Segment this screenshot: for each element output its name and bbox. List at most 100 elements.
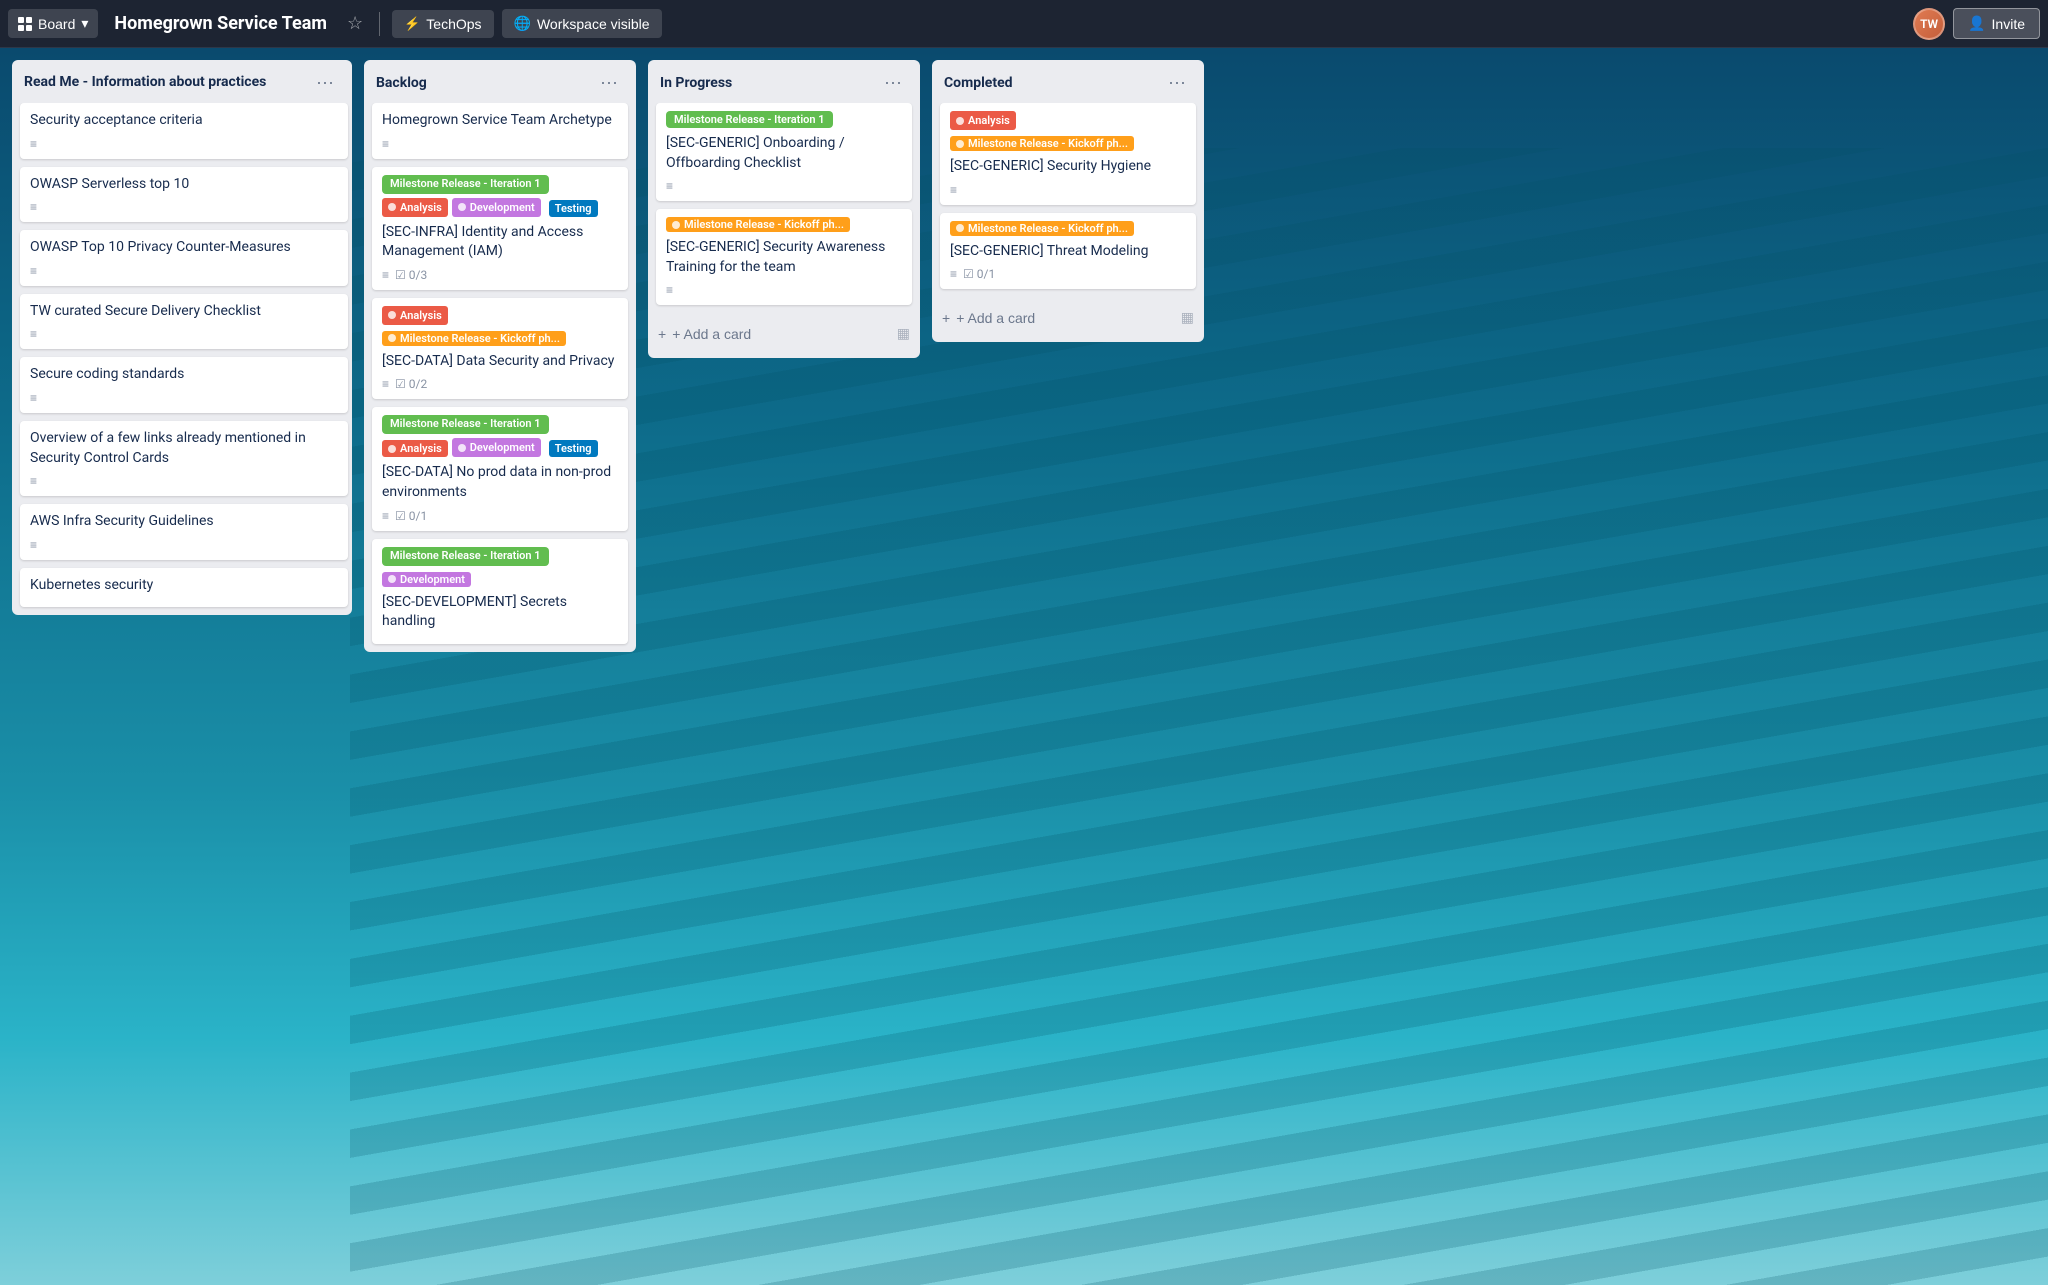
card-security-acceptance[interactable]: Security acceptance criteria ≡	[20, 103, 348, 159]
label-milestone-iteration1: Milestone Release - Iteration 1	[382, 547, 549, 566]
techops-button[interactable]: ⚡ TechOps	[392, 10, 493, 38]
description-icon: ≡	[30, 391, 37, 405]
star-button[interactable]: ☆	[343, 9, 367, 38]
add-card-button-inprogress[interactable]: + + Add a card ▦	[648, 317, 920, 350]
card-title: Homegrown Service Team Archetype	[382, 111, 618, 131]
card-title: [SEC-GENERIC] Security Awareness Trainin…	[666, 238, 902, 277]
label-analysis: Analysis	[382, 306, 448, 325]
add-card-button-completed[interactable]: + + Add a card ▦	[932, 301, 1204, 334]
star-icon: ☆	[347, 13, 363, 33]
card-security-hygiene[interactable]: Analysis Milestone Release - Kickoff ph.…	[940, 103, 1196, 205]
description-icon: ≡	[382, 509, 389, 523]
label-milestone-kickoff: Milestone Release - Kickoff ph...	[666, 217, 850, 232]
card-meta: ≡	[30, 538, 338, 552]
label-testing: Testing	[549, 200, 598, 217]
label-milestone-iteration1: Milestone Release - Iteration 1	[666, 111, 833, 128]
header-right-section: TW 👤 Invite	[1913, 8, 2040, 40]
card-meta: ≡ ☑ 0/2	[382, 377, 618, 391]
card-title: OWASP Serverless top 10	[30, 175, 338, 195]
add-card-label: + Add a card	[956, 310, 1035, 326]
card-title: Security acceptance criteria	[30, 111, 338, 131]
chevron-down-icon: ▾	[81, 15, 88, 32]
card-kubernetes[interactable]: Kubernetes security	[20, 568, 348, 608]
description-icon: ≡	[950, 267, 957, 281]
column-header-readme: Read Me - Information about practices ··…	[12, 60, 352, 103]
label-analysis: Analysis	[382, 198, 448, 217]
card-labels: Milestone Release - Kickoff ph...	[950, 221, 1186, 236]
column-header-completed: Completed ···	[932, 60, 1204, 103]
column-body-completed: Analysis Milestone Release - Kickoff ph.…	[932, 103, 1204, 297]
card-title: [SEC-GENERIC] Onboarding / Offboarding C…	[666, 134, 902, 173]
description-icon: ≡	[382, 137, 389, 151]
card-secrets[interactable]: Milestone Release - Iteration 1 Developm…	[372, 539, 628, 644]
card-owasp-privacy[interactable]: OWASP Top 10 Privacy Counter-Measures ≡	[20, 230, 348, 286]
column-menu-button-backlog[interactable]: ···	[594, 70, 624, 95]
column-title-backlog: Backlog	[376, 75, 427, 91]
template-icon: ▦	[1181, 309, 1194, 326]
template-icon: ▦	[897, 325, 910, 342]
column-title-inprogress: In Progress	[660, 75, 732, 91]
label-analysis: Analysis	[382, 440, 448, 457]
techops-icon: ⚡	[404, 16, 420, 32]
card-secure-coding[interactable]: Secure coding standards ≡	[20, 357, 348, 413]
card-owasp-serverless[interactable]: OWASP Serverless top 10 ≡	[20, 167, 348, 223]
card-title: TW curated Secure Delivery Checklist	[30, 302, 338, 322]
board-label: Board	[38, 16, 75, 32]
card-title: AWS Infra Security Guidelines	[30, 512, 338, 532]
column-menu-button-completed[interactable]: ···	[1162, 70, 1192, 95]
workspace-visible-button[interactable]: 🌐 Workspace visible	[502, 9, 662, 38]
card-meta: ≡	[30, 264, 338, 278]
card-aws-infra[interactable]: AWS Infra Security Guidelines ≡	[20, 504, 348, 560]
label-milestone-iteration1: Milestone Release - Iteration 1	[382, 415, 549, 434]
column-menu-button-inprogress[interactable]: ···	[878, 70, 908, 95]
checklist-badge: ☑ 0/1	[395, 509, 427, 523]
card-meta: ≡	[30, 137, 338, 151]
invite-button[interactable]: 👤 Invite	[1953, 8, 2040, 39]
avatar[interactable]: TW	[1913, 8, 1945, 40]
board-icon	[18, 17, 32, 31]
card-no-prod-data[interactable]: Milestone Release - Iteration 1 Analysis…	[372, 407, 628, 530]
card-data-security[interactable]: Analysis Milestone Release - Kickoff ph.…	[372, 298, 628, 400]
plus-icon: +	[658, 326, 666, 342]
card-labels: Milestone Release - Kickoff ph...	[666, 217, 902, 232]
globe-icon: 🌐	[514, 15, 531, 32]
column-readme: Read Me - Information about practices ··…	[12, 60, 352, 615]
card-tw-secure-delivery[interactable]: TW curated Secure Delivery Checklist ≡	[20, 294, 348, 350]
card-threat-modeling[interactable]: Milestone Release - Kickoff ph... [SEC-G…	[940, 213, 1196, 290]
techops-label: TechOps	[426, 16, 481, 32]
board-menu-button[interactable]: Board ▾	[8, 9, 98, 38]
column-body-readme: Security acceptance criteria ≡ OWASP Ser…	[12, 103, 352, 615]
card-title: Secure coding standards	[30, 365, 338, 385]
card-title: [SEC-DATA] No prod data in non-prod envi…	[382, 463, 618, 502]
workspace-label: Workspace visible	[537, 16, 650, 32]
column-menu-button-readme[interactable]: ···	[310, 70, 340, 95]
description-icon: ≡	[666, 283, 673, 297]
card-title: [SEC-GENERIC] Threat Modeling	[950, 242, 1186, 262]
card-iam[interactable]: Milestone Release - Iteration 1 Analysis…	[372, 167, 628, 290]
card-meta: ≡	[30, 200, 338, 214]
card-title: Kubernetes security	[30, 576, 338, 596]
column-body-backlog: Homegrown Service Team Archetype ≡ Miles…	[364, 103, 636, 652]
label-milestone-kickoff: Milestone Release - Kickoff ph...	[382, 331, 566, 346]
description-icon: ≡	[30, 327, 37, 341]
card-meta: ≡	[30, 327, 338, 341]
card-archetype[interactable]: Homegrown Service Team Archetype ≡	[372, 103, 628, 159]
card-labels: Milestone Release - Iteration 1 Analysis…	[382, 175, 618, 217]
label-testing: Testing	[549, 440, 598, 457]
label-milestone-kickoff: Milestone Release - Kickoff ph...	[950, 136, 1134, 151]
card-meta: ≡ ☑ 0/1	[382, 509, 618, 523]
card-meta: ≡ ☑ 0/1	[950, 267, 1186, 281]
card-meta: ≡	[666, 179, 902, 193]
description-icon: ≡	[30, 137, 37, 151]
card-security-training[interactable]: Milestone Release - Kickoff ph... [SEC-G…	[656, 209, 912, 305]
card-overview-links[interactable]: Overview of a few links already mentione…	[20, 421, 348, 496]
card-title: OWASP Top 10 Privacy Counter-Measures	[30, 238, 338, 258]
card-onboarding[interactable]: Milestone Release - Iteration 1 [SEC-GEN…	[656, 103, 912, 201]
card-meta: ≡	[950, 183, 1186, 197]
column-title-completed: Completed	[944, 75, 1013, 91]
card-title: [SEC-INFRA] Identity and Access Manageme…	[382, 223, 618, 262]
card-title: [SEC-DATA] Data Security and Privacy	[382, 352, 618, 372]
checklist-badge: ☑ 0/1	[963, 267, 995, 281]
label-development: Development	[452, 438, 541, 457]
description-icon: ≡	[30, 538, 37, 552]
